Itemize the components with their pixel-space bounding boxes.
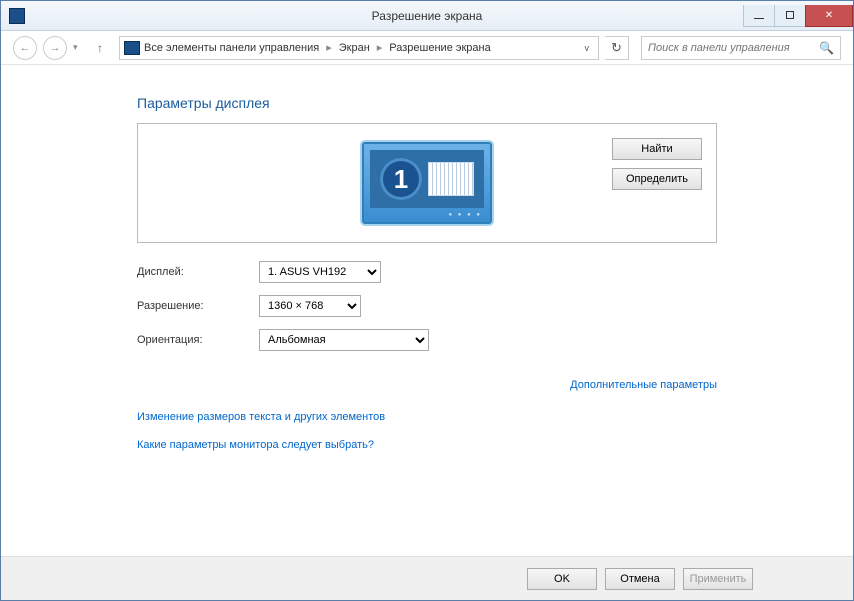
- display-select[interactable]: 1. ASUS VH192: [259, 261, 381, 283]
- orientation-label: Ориентация:: [137, 334, 259, 346]
- address-bar[interactable]: Все элементы панели управления ▸ Экран ▸…: [119, 36, 599, 60]
- window-title: Разрешение экрана: [1, 9, 853, 23]
- window-controls: ✕: [743, 5, 853, 27]
- window: Разрешение экрана ✕ ← → ▾ ↑ Все элементы…: [0, 0, 854, 601]
- text-size-link[interactable]: Изменение размеров текста и других элеме…: [137, 411, 385, 423]
- search-icon: 🔍: [819, 41, 834, 55]
- monitor-number: 1: [380, 158, 422, 200]
- forward-button[interactable]: →: [43, 36, 67, 60]
- address-dropdown[interactable]: v: [580, 43, 595, 53]
- titlebar: Разрешение экрана ✕: [1, 1, 853, 31]
- history-dropdown[interactable]: ▾: [73, 42, 81, 53]
- maximize-button[interactable]: [774, 5, 806, 27]
- breadcrumb-item[interactable]: Экран: [339, 42, 370, 54]
- cancel-button[interactable]: Отмена: [605, 568, 675, 590]
- minimize-button[interactable]: [743, 5, 775, 27]
- app-icon: [9, 8, 25, 24]
- breadcrumb-item[interactable]: Разрешение экрана: [389, 42, 490, 54]
- chevron-right-icon: ▸: [374, 41, 386, 54]
- breadcrumb-item[interactable]: Все элементы панели управления: [144, 42, 319, 54]
- ok-button[interactable]: OK: [527, 568, 597, 590]
- advanced-settings-link[interactable]: Дополнительные параметры: [570, 379, 717, 391]
- resolution-select[interactable]: 1360 × 768: [259, 295, 361, 317]
- page-heading: Параметры дисплея: [137, 95, 717, 111]
- detect-button[interactable]: Найти: [612, 138, 702, 160]
- orientation-select[interactable]: Альбомная: [259, 329, 429, 351]
- footer: OK Отмена Применить: [1, 556, 853, 600]
- close-button[interactable]: ✕: [805, 5, 853, 27]
- monitor-dots: ● ● ● ●: [449, 212, 483, 218]
- monitor-thumbnail[interactable]: 1 ● ● ● ●: [362, 142, 492, 224]
- resolution-label: Разрешение:: [137, 300, 259, 312]
- up-button[interactable]: ↑: [91, 39, 109, 57]
- help-link[interactable]: Какие параметры монитора следует выбрать…: [137, 439, 374, 451]
- search-box[interactable]: 🔍: [641, 36, 841, 60]
- display-preview: 1 ● ● ● ● Найти Определить: [137, 123, 717, 243]
- display-label: Дисплей:: [137, 266, 259, 278]
- control-panel-icon: [124, 41, 140, 55]
- monitor-grid-icon: [428, 162, 474, 196]
- navbar: ← → ▾ ↑ Все элементы панели управления ▸…: [1, 31, 853, 65]
- identify-button[interactable]: Определить: [612, 168, 702, 190]
- back-button[interactable]: ←: [13, 36, 37, 60]
- content-area: Параметры дисплея 1 ● ● ● ● Найти Опреде…: [1, 65, 853, 556]
- search-input[interactable]: [648, 42, 819, 54]
- apply-button[interactable]: Применить: [683, 568, 753, 590]
- chevron-right-icon: ▸: [323, 41, 335, 54]
- refresh-button[interactable]: ↻: [605, 36, 629, 60]
